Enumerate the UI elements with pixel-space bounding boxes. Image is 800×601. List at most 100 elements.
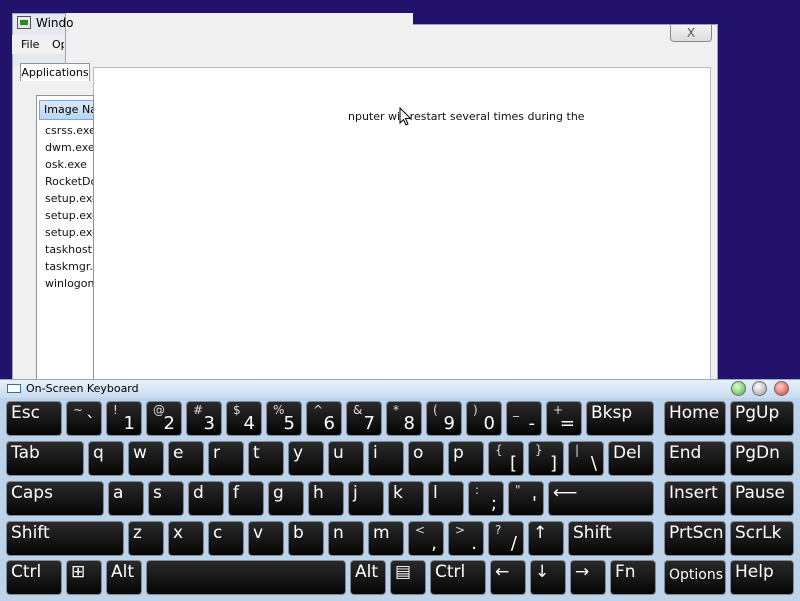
- setup-close-button[interactable]: X: [670, 25, 712, 42]
- process-row[interactable]: setup.exe: [45, 209, 93, 222]
- key-d[interactable]: d: [188, 481, 224, 516]
- key-c[interactable]: c: [208, 521, 244, 556]
- key-2[interactable]: @2: [146, 401, 182, 436]
- key--[interactable]: _ -: [506, 401, 542, 436]
- key-a[interactable]: a: [108, 481, 144, 516]
- alt-key[interactable]: Alt: [350, 560, 386, 595]
- key-shift-symbol: #: [193, 403, 204, 417]
- help-key[interactable]: Help: [730, 560, 794, 595]
- key-v[interactable]: v: [248, 521, 284, 556]
- shift-key[interactable]: Shift: [6, 521, 124, 556]
- key-g[interactable]: g: [268, 481, 304, 516]
- menu-file[interactable]: File: [21, 38, 39, 51]
- key-3[interactable]: #3: [186, 401, 222, 436]
- key-.[interactable]: >.: [448, 521, 484, 556]
- page-up-key[interactable]: PgUp: [730, 401, 794, 436]
- process-row[interactable]: csrss.exe: [45, 124, 93, 137]
- key-main-symbol: ,: [431, 533, 437, 554]
- process-row[interactable]: taskmgr.e: [45, 260, 93, 273]
- pause-key[interactable]: Pause: [730, 481, 794, 516]
- key-w[interactable]: w: [128, 441, 164, 476]
- enter-key[interactable]: ⟵: [548, 481, 654, 516]
- space-key[interactable]: [146, 560, 346, 595]
- menu-options[interactable]: Op: [52, 38, 64, 51]
- process-list[interactable]: Image Name csrss.exe dwm.exe osk.exe Roc…: [36, 95, 94, 384]
- key-u[interactable]: u: [328, 441, 364, 476]
- process-row[interactable]: setup.exe: [45, 192, 93, 205]
- options-key[interactable]: Options: [664, 560, 726, 595]
- process-row[interactable]: taskhost.e: [45, 243, 93, 256]
- process-row[interactable]: RocketDoc: [45, 175, 93, 188]
- process-row[interactable]: osk.exe: [45, 158, 87, 171]
- end-key[interactable]: End: [664, 441, 726, 476]
- delete-key[interactable]: Del: [608, 441, 654, 476]
- key-j[interactable]: j: [348, 481, 384, 516]
- insert-key[interactable]: Insert: [664, 481, 726, 516]
- process-row[interactable]: winlogon.e: [45, 277, 93, 290]
- menu-key[interactable]: ▤: [390, 560, 426, 595]
- key-5[interactable]: % 5: [266, 401, 302, 436]
- windows-key[interactable]: ⊞: [66, 560, 102, 595]
- key-4[interactable]: $4: [226, 401, 262, 436]
- key-h[interactable]: h: [308, 481, 344, 516]
- arrow-left-key[interactable]: ←: [490, 560, 526, 595]
- key-[[interactable]: {[: [488, 441, 524, 476]
- key-f[interactable]: f: [228, 481, 264, 516]
- key-e[interactable]: e: [168, 441, 204, 476]
- key-y[interactable]: y: [288, 441, 324, 476]
- maximize-button[interactable]: [752, 381, 767, 396]
- fn-key[interactable]: Fn: [610, 560, 656, 595]
- key-=[interactable]: + =: [546, 401, 582, 436]
- key-8[interactable]: * 8: [386, 401, 422, 436]
- home-key[interactable]: Home: [664, 401, 726, 436]
- key-][interactable]: }]: [528, 441, 564, 476]
- shift-key[interactable]: Shift: [568, 521, 654, 556]
- tab-key[interactable]: Tab: [6, 441, 84, 476]
- key-;[interactable]: :;: [468, 481, 504, 516]
- arrow-right-key[interactable]: →: [570, 560, 606, 595]
- key-,[interactable]: <,: [408, 521, 444, 556]
- key-\[interactable]: | \: [568, 441, 604, 476]
- process-row[interactable]: dwm.exe: [45, 141, 93, 154]
- key-x[interactable]: x: [168, 521, 204, 556]
- key-m[interactable]: m: [368, 521, 404, 556]
- key-r[interactable]: r: [208, 441, 244, 476]
- close-button[interactable]: [774, 381, 789, 396]
- key-o[interactable]: o: [408, 441, 444, 476]
- scroll-lock-key[interactable]: ScrLk: [730, 521, 794, 556]
- caps-lock-key[interactable]: Caps: [6, 481, 104, 516]
- process-row[interactable]: setup.exe: [45, 226, 93, 239]
- key-z[interactable]: z: [128, 521, 164, 556]
- key-k[interactable]: k: [388, 481, 424, 516]
- page-down-key[interactable]: PgDn: [730, 441, 794, 476]
- key-0[interactable]: ) 0: [466, 401, 502, 436]
- arrow-up-key[interactable]: ↑: [528, 521, 564, 556]
- key-7[interactable]: & 7: [346, 401, 382, 436]
- key-q[interactable]: q: [88, 441, 124, 476]
- esc-key[interactable]: Esc: [6, 401, 62, 436]
- key-p[interactable]: p: [448, 441, 484, 476]
- column-header-image-name[interactable]: Image Name: [39, 100, 93, 120]
- key-s[interactable]: s: [148, 481, 184, 516]
- key-b[interactable]: b: [288, 521, 324, 556]
- print-screen-key[interactable]: PrtScn: [664, 521, 726, 556]
- key-1[interactable]: ! 1: [106, 401, 142, 436]
- key-6[interactable]: ^ 6: [306, 401, 342, 436]
- key-/[interactable]: ? /: [488, 521, 524, 556]
- minimize-button[interactable]: [731, 381, 746, 396]
- key-'[interactable]: " ': [508, 481, 544, 516]
- arrow-down-key[interactable]: ↓: [530, 560, 566, 595]
- key-`[interactable]: ~ `: [66, 401, 102, 436]
- backspace-key[interactable]: Bksp: [586, 401, 654, 436]
- key-l[interactable]: l: [428, 481, 464, 516]
- key-t[interactable]: t: [248, 441, 284, 476]
- ctrl-key[interactable]: Ctrl: [6, 560, 62, 595]
- alt-key[interactable]: Alt: [106, 560, 142, 595]
- ctrl-key[interactable]: Ctrl: [430, 560, 486, 595]
- tab-applications[interactable]: Applications: [20, 63, 90, 81]
- delete-label: Del: [613, 443, 642, 463]
- key-9[interactable]: (9: [426, 401, 462, 436]
- key-i[interactable]: i: [368, 441, 404, 476]
- key-n[interactable]: n: [328, 521, 364, 556]
- key-main-symbol: 9: [443, 413, 455, 434]
